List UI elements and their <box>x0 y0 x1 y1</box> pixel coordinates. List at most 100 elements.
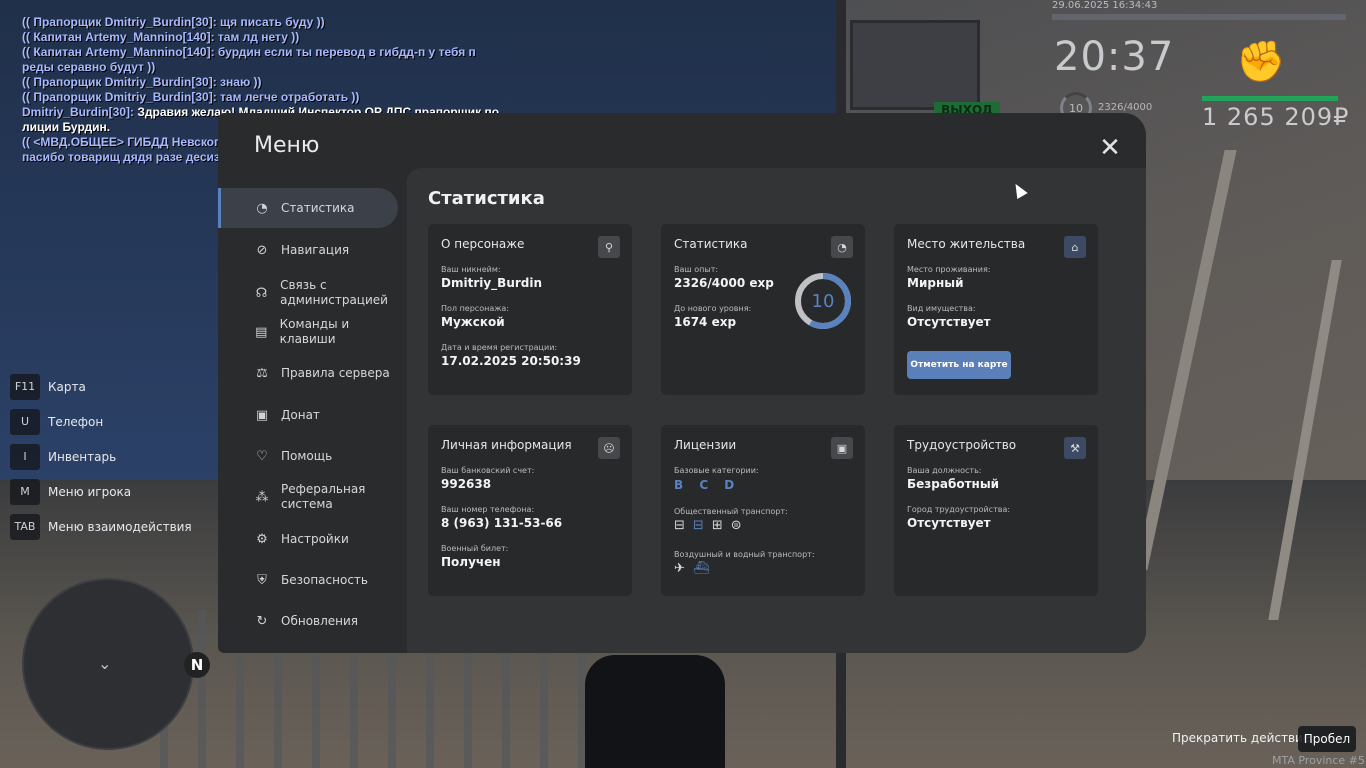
chat-line: реды серавно будут )) <box>22 60 156 74</box>
chat-line: (( Прапорщик Dmitriy_Burdin[30]: знаю )) <box>22 75 262 89</box>
hud-datetime: 29.06.2025 16:34:43 <box>1052 0 1158 11</box>
content-title: Статистика <box>428 188 545 209</box>
plane-icon: ✈ <box>674 561 685 576</box>
player-character <box>585 655 725 768</box>
military-label: Военный билет: <box>441 544 509 553</box>
phone-value: 8 (963) 131-53-66 <box>441 516 563 530</box>
registration-value: 17.02.2025 20:50:39 <box>441 354 581 368</box>
face-icon: ☹ <box>598 437 620 459</box>
gender-label: Пол персонажа: <box>441 304 510 313</box>
nav-label: Настройки <box>281 531 349 546</box>
hud-top-bar <box>1052 14 1346 20</box>
next-level-value: 1674 exp <box>674 315 737 329</box>
menu-title: Меню <box>254 133 320 158</box>
nav-item-rules[interactable]: ⚖ Правила сервера <box>218 353 398 393</box>
card-personal-info: Личная информация ☹ Ваш банковский счет:… <box>428 425 632 596</box>
hud-exp: 2326/4000 <box>1098 102 1153 113</box>
chat-line: (( Прапорщик Dmitriy_Burdin[30]: там лег… <box>22 90 360 104</box>
key-badge: I <box>10 443 40 470</box>
document-icon: ▤ <box>255 324 268 340</box>
compass-icon: ⊘ <box>256 242 268 258</box>
keybind-inventory: I Инвентарь <box>10 439 192 474</box>
chat-line: (( Капитан Artemy_Mannino[140]: там лд н… <box>22 30 300 44</box>
level-value: 10 <box>811 290 835 312</box>
card-statistics: Статистика ◔ Ваш опыт: 2326/4000 exp До … <box>661 224 865 395</box>
nav-label: Безопасность <box>281 572 368 587</box>
keybind-list: F11 Карта U Телефон I Инвентарь M Меню игрок… <box>10 369 192 544</box>
chat-speaker: Dmitriy_Burdin[30]: <box>22 105 135 119</box>
card-title: Личная информация <box>441 438 572 452</box>
keybind-label: Меню взаимодействия <box>48 519 192 534</box>
server-watermark: MTA Province #5 <box>1272 754 1365 767</box>
position-label: Ваша должность: <box>907 466 982 475</box>
registration-label: Дата и время регистрации: <box>441 343 558 352</box>
close-icon[interactable]: ✕ <box>1098 135 1122 161</box>
hammer-icon: ⚒ <box>1064 437 1086 459</box>
card-licenses: Лицензии ▣ Базовые категории: B C D Обще… <box>661 425 865 596</box>
card-title: О персонаже <box>441 237 525 251</box>
property-value: Отсутствует <box>907 315 991 329</box>
action-hint-key[interactable]: Пробел <box>1298 726 1356 752</box>
nav-item-help[interactable]: ♡ Помощь <box>218 436 398 476</box>
position-value: Безработный <box>907 477 1000 491</box>
hud-money: 1 265 209₽ <box>1202 103 1350 131</box>
key-badge: F11 <box>10 373 40 400</box>
military-value: Получен <box>441 555 501 569</box>
action-hint-label: Прекратить действие <box>1172 731 1311 745</box>
nav-item-navigation[interactable]: ⊘ Навигация <box>218 230 398 270</box>
player-arrow-icon: ⌄ <box>98 654 112 673</box>
card-residence: Место жительства ⌂ Место проживания: Мир… <box>894 224 1098 395</box>
scales-icon: ⚖ <box>256 365 268 381</box>
menu-header: Меню ✕ <box>218 113 1146 168</box>
keybind-interaction-menu: TAB Меню взаимодействия <box>10 509 192 544</box>
base-categories: B C D <box>674 478 741 492</box>
bank-value: 992638 <box>441 477 492 491</box>
nav-item-referral[interactable]: ⁂ Реферальная система <box>218 475 398 519</box>
nav-item-security[interactable]: ⛨ Безопасность <box>218 560 398 600</box>
nav-label: Реферальная система <box>281 482 366 511</box>
card-title: Место жительства <box>907 237 1026 251</box>
nav-label: Команды и клавиши <box>279 317 350 346</box>
nav-label: Правила сервера <box>281 365 390 380</box>
network-icon: ⁂ <box>255 489 269 505</box>
nav-item-settings[interactable]: ⚙ Настройки <box>218 519 398 559</box>
card-employment: Трудоустройство ⚒ Ваша должность: Безраб… <box>894 425 1098 596</box>
key-badge: U <box>10 408 40 435</box>
nav-item-commands[interactable]: ▤ Команды и клавиши <box>218 312 398 352</box>
menu-sidebar: ◔ Статистика ⊘ Навигация ☊ Связь с админист… <box>218 168 407 653</box>
work-city-value: Отсутствует <box>907 516 991 530</box>
nickname-value: Dmitriy_Burdin <box>441 276 543 290</box>
nav-item-updates[interactable]: ↻ Обновления <box>218 601 398 641</box>
nav-item-statistics[interactable]: ◔ Статистика <box>218 188 398 228</box>
gender-value: Мужской <box>441 315 505 329</box>
hud-clock: 20:37 <box>1054 34 1175 80</box>
property-label: Вид имущества: <box>907 304 976 313</box>
boat-icon: ⛴ <box>692 561 710 576</box>
shield-icon: ⛨ <box>257 572 267 588</box>
keybind-map: F11 Карта <box>10 369 192 404</box>
nav-item-donate[interactable]: ▣ Донат <box>218 395 398 435</box>
nav-label: Навигация <box>281 242 350 257</box>
refresh-icon: ↻ <box>256 613 268 629</box>
menu-content: Статистика О персонаже ⚲ Ваш никнейм: Dm… <box>407 168 1146 653</box>
base-categories-label: Базовые категории: <box>674 466 759 475</box>
work-city-label: Город трудоустройства: <box>907 505 1011 514</box>
mark-on-map-button[interactable]: Отметить на карте <box>907 351 1011 379</box>
gear-icon: ⚙ <box>256 531 268 547</box>
nav-item-contact-admin[interactable]: ☊ Связь с администрацией <box>218 271 398 315</box>
key-badge: TAB <box>10 513 40 540</box>
phone-label: Ваш номер телефона: <box>441 505 535 514</box>
exp-value: 2326/4000 exp <box>674 276 774 290</box>
north-indicator: N <box>184 652 210 678</box>
pie-chart-icon: ◔ <box>831 236 853 258</box>
heart-icon: ♡ <box>256 448 268 464</box>
train-icon: ⊜ <box>730 518 742 533</box>
tram-icon: ⊞ <box>711 518 723 533</box>
card-title: Лицензии <box>674 438 737 452</box>
menu-window: Меню ✕ ◔ Статистика ⊘ Навигация ☊ Связь с а… <box>218 113 1146 653</box>
keybind-phone: U Телефон <box>10 404 192 439</box>
nav-label: Обновления <box>281 613 359 628</box>
keybind-label: Карта <box>48 379 86 394</box>
exp-label: Ваш опыт: <box>674 265 719 274</box>
bank-label: Ваш банковский счет: <box>441 466 535 475</box>
